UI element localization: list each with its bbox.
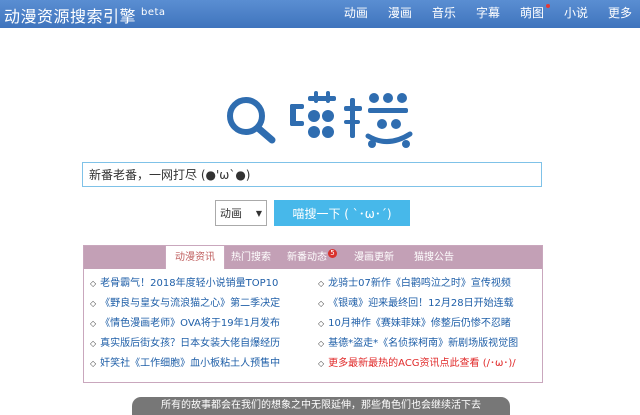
- nav-item-music[interactable]: 音乐: [424, 0, 464, 28]
- new-dot-icon: [545, 4, 550, 8]
- search-type-select[interactable]: 动画 ▼: [215, 200, 267, 226]
- news-item-text: 真实版后街女孩？日本女装大佬自爆经历: [100, 338, 281, 349]
- news-item[interactable]: ◇ 奸笑社《工作细胞》血小板粘土人预售中: [90, 356, 280, 372]
- diamond-icon: ◇: [318, 359, 325, 368]
- news-item-text: 基德*盗走*《名侦探柯南》新剧场版视觉图: [328, 338, 519, 349]
- news-item-text: 《情色漫画老师》OVA将于19年1月发布: [100, 318, 280, 329]
- nav-item-moe-images[interactable]: 萌图: [512, 0, 552, 28]
- news-item[interactable]: ◇ 《银魂》迎来最终回！12月28日开始连载: [318, 296, 514, 312]
- news-item[interactable]: ◇ 龙骑士07新作《白鹳鸣泣之时》宣传视频: [318, 276, 511, 292]
- notification-badge: 5: [328, 249, 337, 258]
- top-navbar: 动漫资源搜索引擎 beta 动画 漫画 音乐 字幕 萌图 小说 更多: [0, 0, 640, 28]
- news-item-text: 《银魂》迎来最终回！12月28日开始连载: [328, 298, 514, 309]
- news-item[interactable]: ◇ 10月神作《赛妹菲妹》修整后仍惨不忍睹: [318, 316, 511, 332]
- tab-new-anime[interactable]: 新番动态 5: [282, 246, 342, 269]
- nav-item-subtitles[interactable]: 字幕: [468, 0, 508, 28]
- site-title-text: 动漫资源搜索引擎: [4, 7, 137, 26]
- news-tabs: 动漫资讯 热门搜索 新番动态 5 漫画更新 猫搜公告: [84, 246, 542, 269]
- dropdown-arrow-icon: ▼: [255, 208, 262, 218]
- news-item-text: 10月神作《赛妹菲妹》修整后仍惨不忍睹: [328, 318, 511, 329]
- tab-anime-news[interactable]: 动漫资讯: [165, 246, 225, 269]
- beta-label: beta: [141, 7, 166, 18]
- nav-item-manga[interactable]: 漫画: [380, 0, 420, 28]
- magnifier-icon: [227, 97, 276, 144]
- logo-glyph-search: [344, 93, 413, 148]
- diamond-icon: ◇: [90, 299, 97, 308]
- search-button[interactable]: 喵搜一下 ( `･ω･´): [274, 200, 410, 226]
- diamond-icon: ◇: [318, 319, 325, 328]
- more-news-link[interactable]: ◇ 更多最新最热的ACG资讯点此查看 (/･ω･)/: [318, 356, 516, 372]
- site-logo: [227, 91, 413, 148]
- news-item[interactable]: ◇ 《情色漫画老师》OVA将于19年1月发布: [90, 316, 280, 332]
- tab-manga-updates[interactable]: 漫画更新: [346, 246, 402, 269]
- diamond-icon: ◇: [90, 279, 97, 288]
- news-item-text: 老骨霸气！2018年度轻小说销量TOP10: [100, 278, 279, 289]
- nav-item-more[interactable]: 更多: [600, 0, 640, 28]
- diamond-icon: ◇: [318, 299, 325, 308]
- main-nav: 动画 漫画 音乐 字幕 萌图 小说 更多: [332, 0, 640, 28]
- diamond-icon: ◇: [318, 279, 325, 288]
- nav-item-anime[interactable]: 动画: [336, 0, 376, 28]
- nav-item-novels[interactable]: 小说: [556, 0, 596, 28]
- footer-tagline: 所有的故事都会在我们的想象之中无限延伸，那些角色们也会继续活下去: [132, 397, 510, 415]
- news-item-text: 《野良与皇女与流浪猫之心》第二季决定: [100, 298, 281, 309]
- search-input[interactable]: [82, 162, 542, 187]
- tab-hot-search[interactable]: 热门搜索: [225, 246, 277, 269]
- diamond-icon: ◇: [90, 339, 97, 348]
- tab-announcements[interactable]: 猫搜公告: [406, 246, 462, 269]
- diamond-icon: ◇: [90, 359, 97, 368]
- news-item[interactable]: ◇ 《野良与皇女与流浪猫之心》第二季决定: [90, 296, 280, 312]
- news-panel: 动漫资讯 热门搜索 新番动态 5 漫画更新 猫搜公告 ◇ 老骨霸气！2018年度轻小…: [83, 245, 543, 383]
- news-item[interactable]: ◇ 老骨霸气！2018年度轻小说销量TOP10: [90, 276, 278, 292]
- diamond-icon: ◇: [90, 319, 97, 328]
- logo-glyph-meow: [290, 91, 336, 138]
- search-type-value: 动画: [220, 207, 242, 220]
- more-news-text: 更多最新最热的ACG资讯点此查看 (/･ω･)/: [328, 358, 516, 369]
- news-item-text: 奸笑社《工作细胞》血小板粘土人预售中: [100, 358, 281, 369]
- site-title[interactable]: 动漫资源搜索引擎 beta: [4, 3, 166, 27]
- news-item[interactable]: ◇ 真实版后街女孩？日本女装大佬自爆经历: [90, 336, 280, 352]
- tab-new-anime-label: 新番动态: [287, 252, 327, 263]
- diamond-icon: ◇: [318, 339, 325, 348]
- news-item[interactable]: ◇ 基德*盗走*《名侦探柯南》新剧场版视觉图: [318, 336, 518, 352]
- nav-item-moe-images-label: 萌图: [519, 6, 544, 20]
- news-item-text: 龙骑士07新作《白鹳鸣泣之时》宣传视频: [328, 278, 511, 289]
